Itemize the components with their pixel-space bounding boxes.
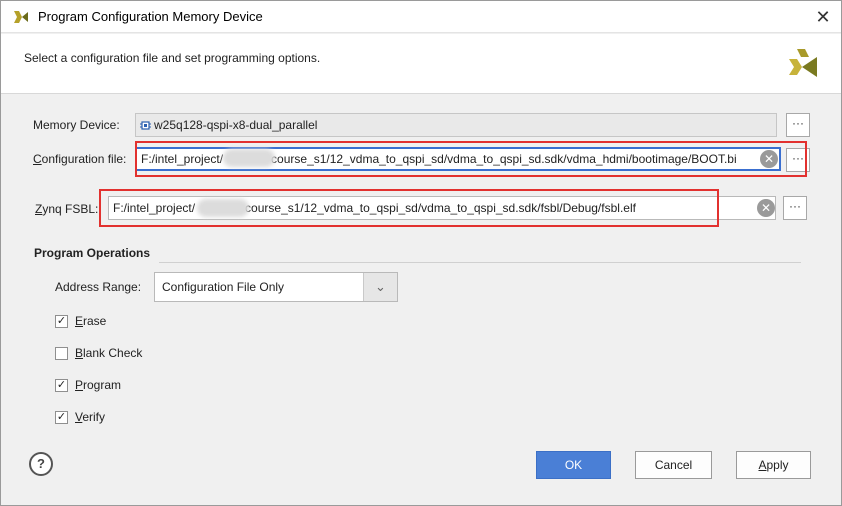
header-panel: Select a configuration file and set prog… [1, 34, 841, 94]
program-config-memory-dialog: Program Configuration Memory Device ✕ Se… [0, 0, 842, 506]
memory-device-label: Memory Device: [33, 118, 120, 132]
configuration-file-path-end: course_s1/12_vdma_to_qspi_sd/vdma_to_qsp… [271, 152, 737, 166]
program-label: Program [75, 378, 122, 392]
window-title: Program Configuration Memory Device [38, 9, 263, 24]
clear-icon[interactable]: ✕ [757, 199, 775, 217]
configuration-file-browse-button[interactable]: ··· [786, 148, 810, 172]
zynq-fsbl-path-end: course_s1/12_vdma_to_qspi_sd/vdma_to_qsp… [245, 201, 636, 215]
verify-label: Verify [75, 410, 106, 424]
help-button[interactable]: ? [29, 452, 53, 476]
zynq-fsbl-path-start: F:/intel_project/ [113, 201, 196, 215]
blank-check-checkbox[interactable] [55, 347, 68, 360]
configuration-file-label: Configuration file: [33, 152, 127, 166]
memory-device-browse-button[interactable]: ··· [786, 113, 810, 137]
chip-icon [140, 121, 151, 130]
erase-checkbox[interactable]: ✓ [55, 315, 68, 328]
memory-device-field: w25q128-qspi-x8-dual_parallel [135, 113, 777, 137]
cancel-button[interactable]: Cancel [635, 451, 712, 479]
vivado-logo-icon [789, 49, 817, 77]
ok-button[interactable]: OK [536, 451, 611, 479]
title-bar: Program Configuration Memory Device ✕ [1, 1, 841, 33]
section-divider [159, 262, 801, 263]
address-range-select[interactable]: Configuration File Only ⌄ [154, 272, 398, 302]
clear-icon[interactable]: ✕ [760, 150, 778, 168]
erase-label: Erase [75, 314, 107, 328]
close-button[interactable]: ✕ [811, 5, 835, 29]
program-checkbox[interactable]: ✓ [55, 379, 68, 392]
vivado-logo-icon [14, 11, 28, 23]
address-range-value: Configuration File Only [162, 280, 285, 294]
apply-button[interactable]: Apply [736, 451, 811, 479]
zynq-fsbl-browse-button[interactable]: ··· [783, 196, 807, 220]
memory-device-value: w25q128-qspi-x8-dual_parallel [154, 118, 318, 132]
blank-check-label: Blank Check [75, 346, 143, 360]
address-range-label: Address Range: [55, 280, 142, 294]
verify-checkbox[interactable]: ✓ [55, 411, 68, 424]
zynq-fsbl-label: Zynq FSBL: [35, 202, 99, 216]
chevron-down-icon[interactable]: ⌄ [363, 273, 397, 301]
header-instruction: Select a configuration file and set prog… [24, 51, 321, 65]
program-operations-title: Program Operations [34, 246, 151, 260]
configuration-file-path-start: F:/intel_project/ [141, 152, 224, 166]
